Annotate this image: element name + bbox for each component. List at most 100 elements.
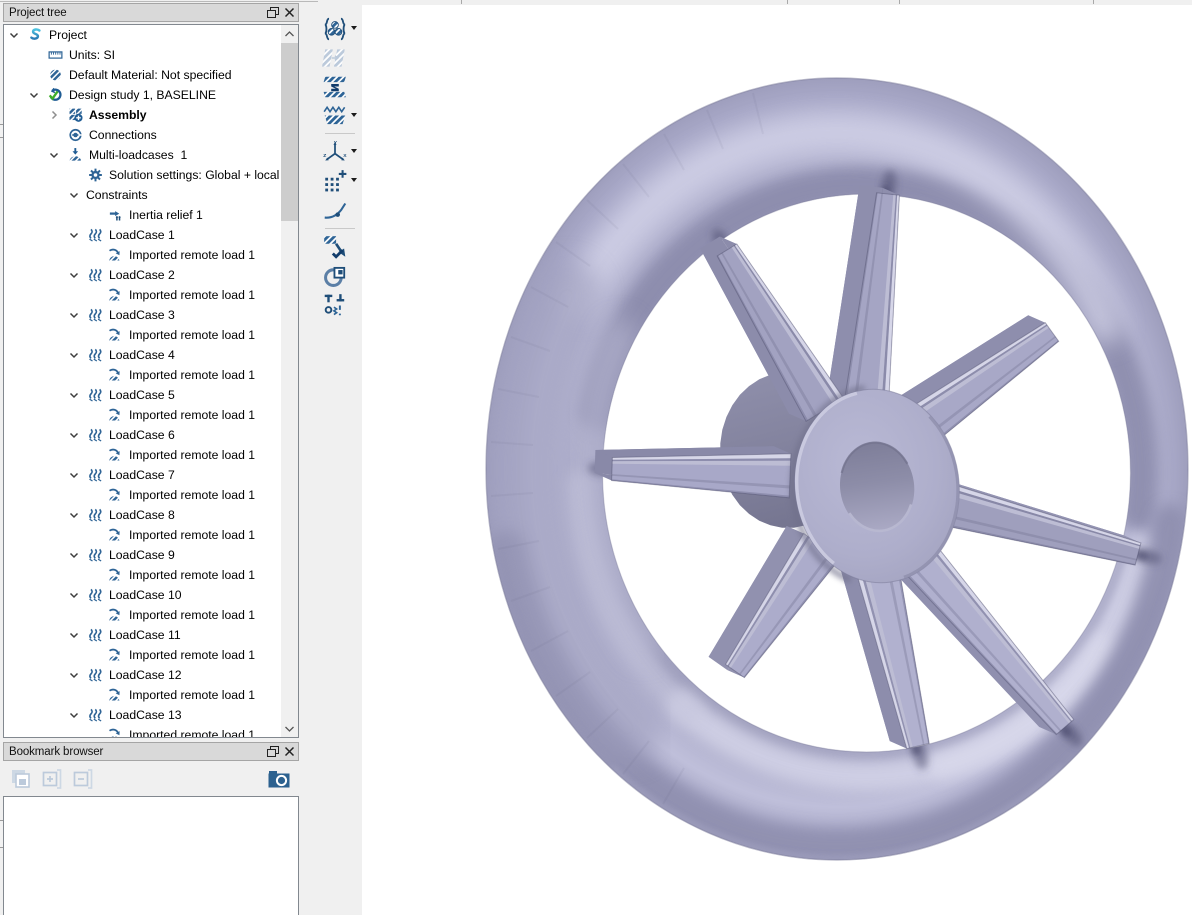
tree-item[interactable]: Imported remote load 1	[4, 365, 298, 385]
tree-expander-icon[interactable]	[84, 567, 104, 583]
region-button[interactable]	[318, 261, 364, 290]
tree-item[interactable]: Imported remote load 1	[4, 485, 298, 505]
tree-expander-icon[interactable]	[4, 27, 24, 43]
tree-expander-icon[interactable]	[64, 507, 84, 523]
tree-item[interactable]: Imported remote load 1	[4, 605, 298, 625]
coordinate-system-button[interactable]	[318, 137, 364, 166]
tree-item[interactable]: LoadCase 12	[4, 665, 298, 685]
tree-item[interactable]: Imported remote load 1	[4, 725, 298, 738]
tree-expander-icon[interactable]	[64, 187, 84, 203]
tree-expander-icon[interactable]	[84, 247, 104, 263]
tree-item[interactable]: LoadCase 4	[4, 345, 298, 365]
bolt-pretension-button[interactable]	[318, 290, 364, 319]
tree-expander-icon[interactable]	[84, 687, 104, 703]
close-panel-icon[interactable]	[281, 744, 298, 759]
tree-item[interactable]: LoadCase 11	[4, 625, 298, 645]
create-set-button[interactable]	[318, 14, 364, 43]
tree-expander-icon[interactable]	[84, 487, 104, 503]
tree-expander-icon[interactable]	[64, 547, 84, 563]
tree-item[interactable]: LoadCase 3	[4, 305, 298, 325]
tree-expander-icon[interactable]	[64, 627, 84, 643]
tree-scrollbar-thumb[interactable]	[281, 43, 298, 221]
tree-expander-icon[interactable]	[84, 207, 104, 223]
tree-item-label[interactable]: Imported remote load 1	[129, 248, 255, 262]
tree-expander-icon[interactable]	[44, 147, 64, 163]
tree-item-label[interactable]: Imported remote load 1	[129, 648, 255, 662]
tree-expander-icon[interactable]	[64, 267, 84, 283]
tree-item[interactable]: LoadCase 13	[4, 705, 298, 725]
tree-item-label[interactable]: Connections	[89, 128, 157, 142]
tree-item[interactable]: Imported remote load 1	[4, 325, 298, 345]
tree-item[interactable]: Connections	[4, 125, 298, 145]
collapse-all-button[interactable]	[70, 766, 96, 792]
tree-item[interactable]: LoadCase 9	[4, 545, 298, 565]
bookmark-list[interactable]	[3, 796, 299, 915]
tree-item-label[interactable]: Units: SI	[69, 48, 115, 62]
expand-all-button[interactable]	[39, 766, 65, 792]
tree-item-label[interactable]: Imported remote load 1	[129, 688, 255, 702]
tree-item[interactable]: LoadCase 2	[4, 265, 298, 285]
tree-item-label[interactable]: Inertia relief 1	[129, 208, 203, 222]
tree-expander-icon[interactable]	[64, 467, 84, 483]
close-panel-icon[interactable]	[281, 5, 298, 20]
dropdown-arrow-icon[interactable]	[351, 178, 357, 182]
tree-expander-icon[interactable]	[64, 347, 84, 363]
tree-item[interactable]: Imported remote load 1	[4, 525, 298, 545]
tree-expander-icon[interactable]	[24, 87, 44, 103]
tree-item-label[interactable]: Default Material: Not specified	[69, 68, 232, 82]
tree-expander-icon[interactable]	[64, 167, 84, 183]
tree-expander-icon[interactable]	[24, 67, 44, 83]
tree-item[interactable]: Project	[4, 25, 298, 45]
tree-scrollbar[interactable]	[281, 25, 298, 737]
tree-item[interactable]: Multi-loadcases 1	[4, 145, 298, 165]
tree-expander-icon[interactable]	[84, 607, 104, 623]
tree-expander-icon[interactable]	[64, 387, 84, 403]
tree-item[interactable]: Imported remote load 1	[4, 445, 298, 465]
tree-expander-icon[interactable]	[84, 447, 104, 463]
tree-item[interactable]: Imported remote load 1	[4, 405, 298, 425]
tree-item-label[interactable]: Imported remote load 1	[129, 608, 255, 622]
tree-expander-icon[interactable]	[64, 587, 84, 603]
tree-expander-icon[interactable]	[84, 327, 104, 343]
tree-item[interactable]: Units: SI	[4, 45, 298, 65]
tree-item-label[interactable]: Assembly	[89, 108, 147, 122]
tree-item[interactable]: LoadCase 6	[4, 425, 298, 445]
tree-expander-icon[interactable]	[64, 427, 84, 443]
dropdown-arrow-icon[interactable]	[351, 113, 357, 117]
dropdown-arrow-icon[interactable]	[351, 26, 357, 30]
tree-item[interactable]: LoadCase 10	[4, 585, 298, 605]
tree-expander-icon[interactable]	[24, 47, 44, 63]
tree-expander-icon[interactable]	[84, 287, 104, 303]
tree-expander-icon[interactable]	[64, 227, 84, 243]
tree-item-label[interactable]: Multi-loadcases 1	[89, 148, 187, 162]
tree-item-label[interactable]: Imported remote load 1	[129, 528, 255, 542]
tree-item[interactable]: Imported remote load 1	[4, 245, 298, 265]
tree-item-label[interactable]: Imported remote load 1	[129, 488, 255, 502]
tree-item[interactable]: Imported remote load 1	[4, 645, 298, 665]
tree-expander-icon[interactable]	[84, 407, 104, 423]
tree-expander-icon[interactable]	[84, 727, 104, 738]
apply-load-button[interactable]	[318, 232, 364, 261]
elastic-support-button[interactable]	[318, 101, 364, 130]
glue-connection-button[interactable]	[318, 43, 364, 72]
tree-item-label[interactable]: Solution settings: Global + local	[109, 168, 279, 182]
tree-item-label[interactable]: Imported remote load 1	[129, 728, 255, 738]
tree-item-label[interactable]: Imported remote load 1	[129, 448, 255, 462]
tree-expander-icon[interactable]	[64, 707, 84, 723]
tree-item[interactable]: LoadCase 7	[4, 465, 298, 485]
tree-item-label[interactable]: Imported remote load 1	[129, 568, 255, 582]
tree-expander-icon[interactable]	[44, 107, 64, 123]
tree-item[interactable]: LoadCase 1	[4, 225, 298, 245]
tree-item[interactable]: LoadCase 8	[4, 505, 298, 525]
tree-expander-icon[interactable]	[64, 667, 84, 683]
dropdown-arrow-icon[interactable]	[351, 149, 357, 153]
tree-item-label[interactable]: Imported remote load 1	[129, 328, 255, 342]
tree-expander-icon[interactable]	[84, 367, 104, 383]
tree-item-label[interactable]: Design study 1, BASELINE	[69, 88, 216, 102]
tree-item-label[interactable]: Project	[49, 28, 87, 42]
tree-item[interactable]: Imported remote load 1	[4, 685, 298, 705]
tree-item-label[interactable]: Imported remote load 1	[129, 288, 255, 302]
scroll-up-icon[interactable]	[281, 25, 298, 42]
tree-item[interactable]: LoadCase 5	[4, 385, 298, 405]
tree-item[interactable]: Imported remote load 1	[4, 285, 298, 305]
